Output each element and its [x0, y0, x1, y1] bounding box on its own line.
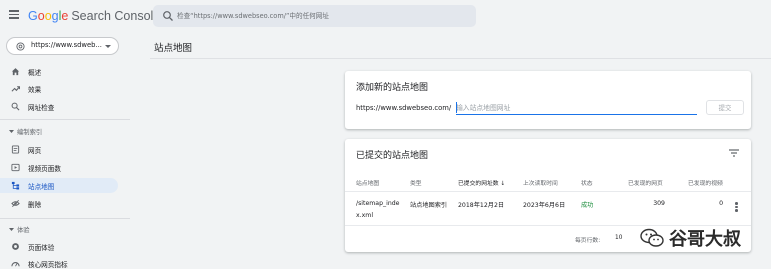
- submitted-sitemaps-title: 已提交的站点地图: [356, 151, 429, 161]
- submitted-date: 2018年12月2日: [458, 202, 505, 209]
- column-header-type[interactable]: 类型: [410, 178, 422, 187]
- product-name: Search Console: [71, 9, 161, 23]
- search-input[interactable]: [177, 8, 467, 24]
- top-bar: Google Search Console: [0, 0, 771, 32]
- sitemap-path[interactable]: /sitemap_inde: [356, 200, 399, 207]
- submit-button[interactable]: 提交: [706, 100, 744, 115]
- column-header-last-read[interactable]: 上次读取时间: [523, 178, 558, 187]
- chevron-down-icon: [105, 45, 111, 48]
- page-experience-icon: [12, 243, 19, 250]
- wechat-icon: [640, 228, 664, 247]
- column-header-discovered-pages[interactable]: 已发现的网页: [628, 178, 663, 187]
- chevron-down-icon: [9, 130, 14, 133]
- video-page-icon: [11, 163, 20, 172]
- url-inspection-search[interactable]: [153, 5, 476, 27]
- last-read-date: 2023年6月6日: [523, 202, 566, 209]
- sidebar-divider: [0, 119, 130, 120]
- sidebar-item-video-pages[interactable]: 视频页面数: [0, 160, 118, 175]
- rows-per-page-select[interactable]: 10: [615, 235, 622, 241]
- section-indexing[interactable]: 编制索引: [0, 125, 118, 139]
- sidebar-item-core-web-vitals[interactable]: 核心网页指标: [0, 256, 118, 269]
- section-experience[interactable]: 体验: [0, 223, 118, 237]
- sidebar-item-sitemaps[interactable]: 站点地图: [0, 178, 118, 193]
- menu-icon[interactable]: [9, 10, 19, 19]
- core-web-vitals-icon: [11, 262, 20, 267]
- sitemap-url-input[interactable]: [456, 102, 697, 115]
- sidebar-item-pages[interactable]: 网页: [0, 142, 118, 157]
- chevron-down-icon: [9, 228, 14, 231]
- column-header-discovered-videos[interactable]: 已发现的视频: [688, 178, 723, 187]
- search-icon: [11, 102, 20, 111]
- more-options-icon[interactable]: [735, 202, 738, 212]
- sidebar-item-performance[interactable]: 效果: [0, 81, 118, 96]
- sidebar-item-url-inspection[interactable]: 网址检查: [0, 99, 118, 114]
- status-badge: 成功: [581, 202, 594, 209]
- text-cursor: [456, 102, 457, 113]
- add-sitemap-title: 添加新的站点地图: [356, 83, 429, 93]
- property-label: https://www.sdweb...: [31, 41, 102, 49]
- page-title: 站点地图: [154, 43, 193, 54]
- sitemap-url-prefix: https://www.sdwebseo.com/: [356, 104, 452, 112]
- sidebar-item-page-experience[interactable]: 页面体验: [0, 239, 118, 254]
- sitemap-icon: [11, 181, 20, 190]
- column-header-submitted-label: 已提交的网址数: [458, 181, 499, 187]
- watermark: 谷哥大叔: [640, 222, 771, 252]
- column-header-sitemap[interactable]: 站点地图: [356, 178, 379, 187]
- filter-icon[interactable]: [729, 149, 739, 157]
- search-icon: [163, 11, 173, 21]
- sidebar-item-overview[interactable]: 概述: [0, 64, 118, 79]
- watermark-text: 谷哥大叔: [669, 229, 741, 250]
- app-logo[interactable]: Google Search Console: [28, 9, 160, 23]
- sidebar-item-removals[interactable]: 删除: [0, 196, 118, 211]
- removal-icon: [11, 200, 20, 207]
- add-sitemap-card: 添加新的站点地图 https://www.sdwebseo.com/ 提交: [345, 71, 751, 129]
- rows-per-page-label: 每页行数:: [575, 238, 601, 244]
- trending-up-icon: [11, 86, 20, 92]
- sort-arrow-icon: ↓: [500, 181, 506, 187]
- property-selector[interactable]: https://www.sdweb...: [6, 37, 119, 55]
- sitemap-path-cont[interactable]: x.xml: [356, 212, 373, 219]
- discovered-pages-count: 309: [653, 200, 665, 207]
- table-header-divider: [345, 191, 751, 192]
- sitemap-type: 站点地图索引: [410, 202, 448, 209]
- home-icon: [11, 68, 20, 76]
- column-header-status[interactable]: 状态: [581, 178, 593, 187]
- header-divider: [150, 58, 771, 59]
- column-header-submitted[interactable]: 已提交的网址数 ↓: [458, 178, 505, 187]
- globe-icon: [16, 42, 25, 51]
- discovered-videos-count: 0: [719, 200, 723, 207]
- page-icon: [11, 145, 20, 154]
- sidebar-divider: [0, 218, 130, 219]
